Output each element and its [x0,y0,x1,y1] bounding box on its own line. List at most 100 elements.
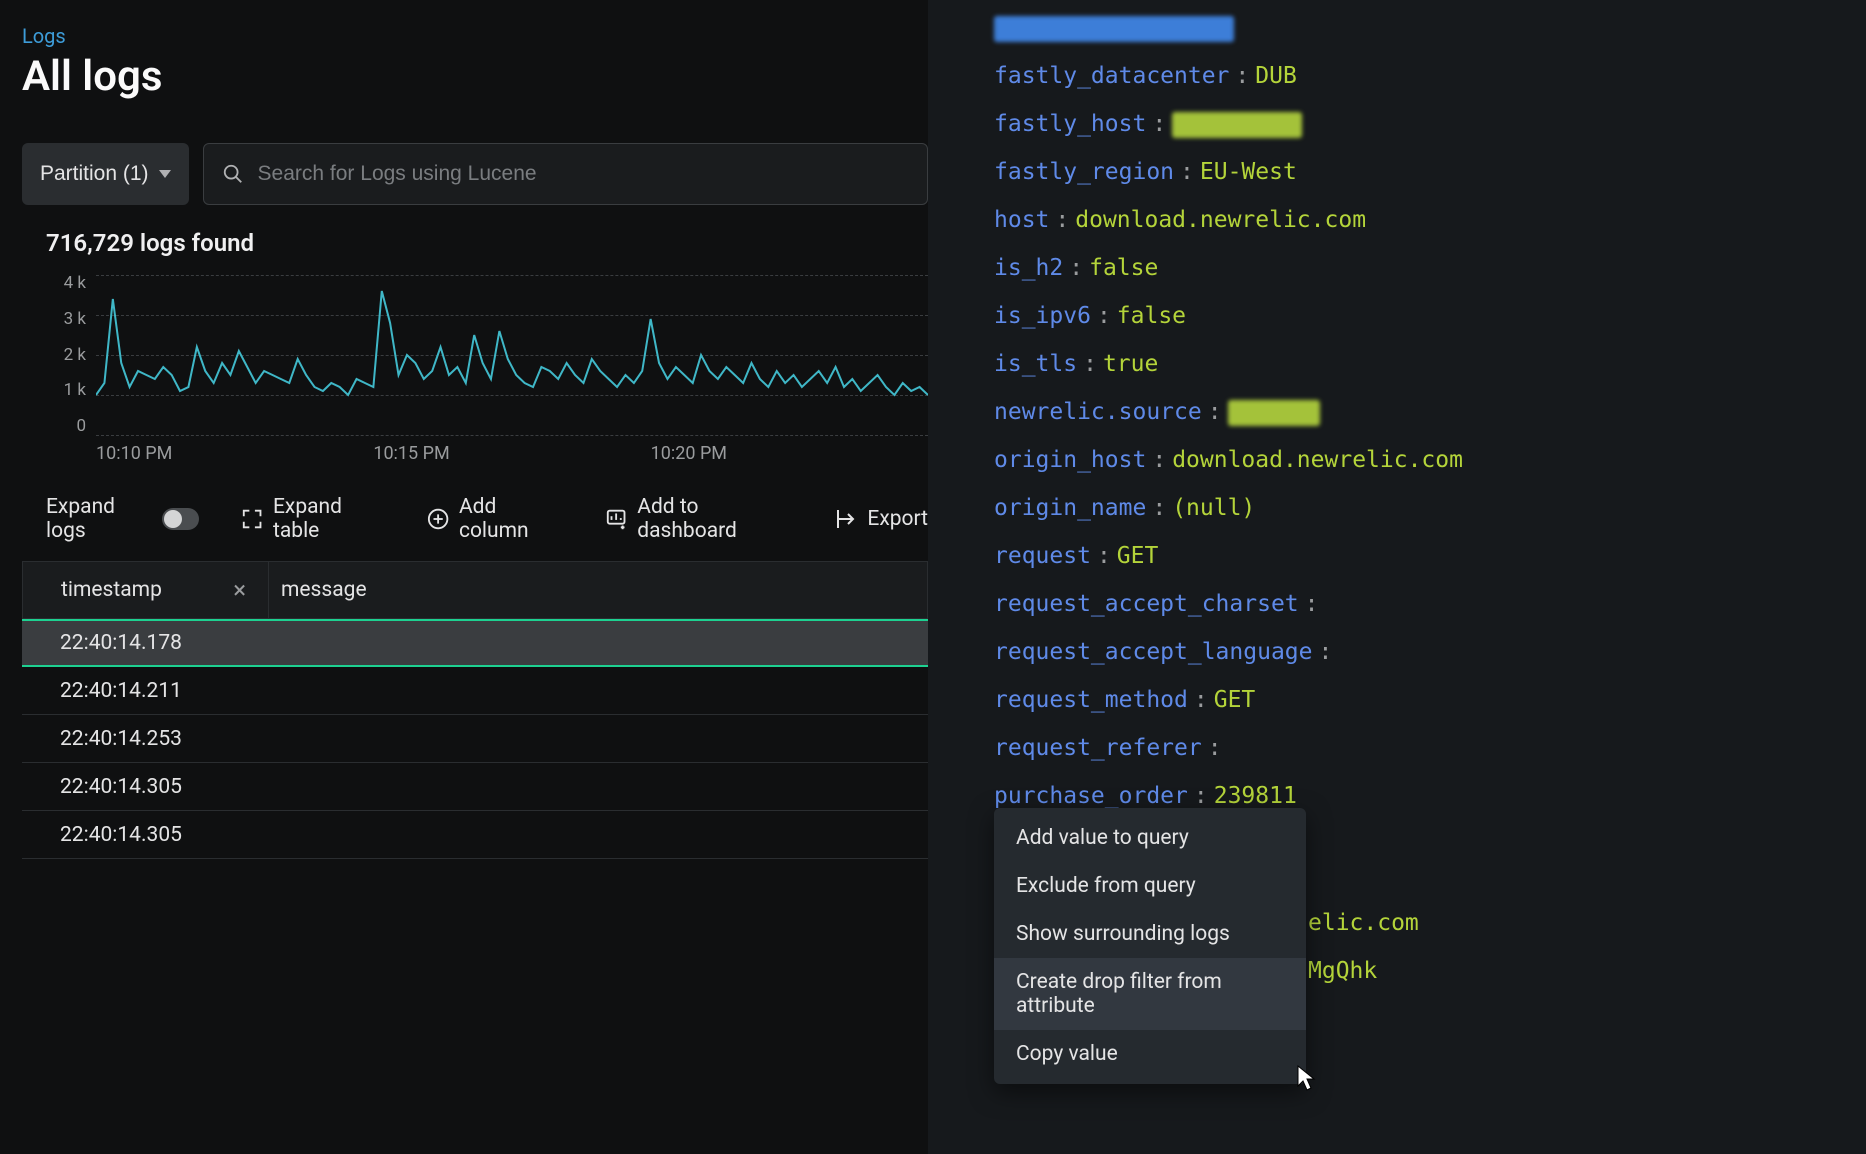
context-menu-item[interactable]: Show surrounding logs [994,910,1306,958]
attribute-row[interactable]: is_tls:true [994,340,1866,388]
separator: : [1202,735,1228,761]
logs-count: 716,729 logs found [46,229,928,257]
attribute-value[interactable]: download.newrelic.com [1075,207,1366,233]
table-row[interactable]: 22:40:14.305 [22,763,928,811]
table-row[interactable]: 22:40:14.211 [22,667,928,715]
attribute-key: fastly_host [994,111,1146,137]
dashboard-icon [605,507,627,531]
export-button[interactable]: Export [833,507,928,531]
column-timestamp[interactable]: timestamp × [23,562,269,618]
search-icon [222,163,244,185]
attribute-value[interactable]: DUB [1255,63,1297,89]
page-title: All logs [22,52,928,101]
attribute-key: origin_host [994,447,1146,473]
attribute-key: is_ipv6 [994,303,1091,329]
attribute-row[interactable]: is_h2:false [994,244,1866,292]
separator: : [1188,783,1214,809]
attribute-key: fastly_datacenter [994,63,1229,89]
attribute-row[interactable]: request_accept_language: [994,628,1866,676]
attribute-key: is_tls [994,351,1077,377]
redacted-value [1172,112,1302,138]
attribute-key: request_accept_language [994,639,1313,665]
add-to-dashboard-button[interactable]: Add to dashboard [605,495,791,543]
search-input[interactable] [258,162,909,186]
logs-timeline-chart[interactable]: 4 k 3 k 2 k 1 k 0 10:10 PM 10:15 PM 10:2… [46,275,928,465]
column-message[interactable]: message [269,578,367,602]
attribute-value[interactable]: false [1089,255,1158,281]
export-icon [833,507,857,531]
separator: : [1313,639,1339,665]
separator: : [1174,159,1200,185]
context-menu-item[interactable]: Add value to query [994,814,1306,862]
separator: : [1077,351,1103,377]
separator: : [1049,207,1075,233]
expand-icon [241,507,263,531]
separator: : [1063,255,1089,281]
attribute-key: purchase_order [994,783,1188,809]
separator: : [1299,591,1325,617]
attribute-row[interactable]: fastly_region:EU-West [994,148,1866,196]
separator: : [1146,495,1172,521]
attribute-value[interactable]: 239811 [1214,783,1297,809]
chart-y-axis: 4 k 3 k 2 k 1 k 0 [46,275,86,435]
breadcrumb[interactable]: Logs [22,24,928,48]
attribute-key: host [994,207,1049,233]
attribute-value[interactable]: true [1103,351,1158,377]
partial-value: elic.com [1308,910,1419,936]
separator: : [1188,687,1214,713]
attribute-value[interactable]: false [1117,303,1186,329]
search-box[interactable] [203,143,928,205]
attribute-key: request_accept_charset [994,591,1299,617]
partition-label: Partition (1) [40,162,149,186]
redacted-value [994,16,1234,42]
separator: : [1091,303,1117,329]
attribute-row[interactable]: fastly_host: [994,100,1866,148]
redacted-value [1228,400,1320,426]
toggle-icon[interactable] [162,508,199,530]
attribute-row[interactable]: request_method:GET [994,676,1866,724]
table-row[interactable]: 22:40:14.178 [22,619,928,667]
attribute-row[interactable]: origin_host:download.newrelic.com [994,436,1866,484]
table-row[interactable]: 22:40:14.253 [22,715,928,763]
attribute-row[interactable]: host:download.newrelic.com [994,196,1866,244]
attribute-value[interactable]: (null) [1172,495,1255,521]
chevron-down-icon [159,170,171,178]
attribute-row[interactable]: origin_name:(null) [994,484,1866,532]
partition-dropdown[interactable]: Partition (1) [22,143,189,205]
attribute-key: request [994,543,1091,569]
separator: : [1229,63,1255,89]
attribute-key: newrelic.source [994,399,1202,425]
attribute-key: is_h2 [994,255,1063,281]
attribute-key: origin_name [994,495,1146,521]
add-column-button[interactable]: Add column [427,495,563,543]
attribute-key: request_method [994,687,1188,713]
table-header: timestamp × message [22,561,928,619]
context-menu-item[interactable]: Create drop filter from attribute [994,958,1306,1030]
expand-logs-toggle[interactable]: Expand logs [46,495,199,543]
separator: : [1202,399,1228,425]
partial-value: MgQhk [1308,958,1377,984]
expand-table-button[interactable]: Expand table [241,495,385,543]
attribute-row[interactable]: request:GET [994,532,1866,580]
attribute-row[interactable]: fastly_datacenter:DUB [994,52,1866,100]
attribute-row[interactable]: newrelic.source: [994,388,1866,436]
plus-circle-icon [427,507,449,531]
attribute-row[interactable]: request_accept_charset: [994,580,1866,628]
attribute-value[interactable]: EU-West [1200,159,1297,185]
chart-x-axis: 10:10 PM 10:15 PM 10:20 PM [96,443,928,464]
separator: : [1146,447,1172,473]
separator: : [1091,543,1117,569]
attribute-key: request_referer [994,735,1202,761]
close-icon[interactable]: × [233,576,246,604]
context-menu-item[interactable]: Copy value [994,1030,1306,1078]
table-row[interactable]: 22:40:14.305 [22,811,928,859]
attribute-value[interactable]: GET [1214,687,1256,713]
context-menu-item[interactable]: Exclude from query [994,862,1306,910]
attribute-row[interactable]: is_ipv6:false [994,292,1866,340]
attribute-row[interactable]: request_referer: [994,724,1866,772]
attribute-value[interactable]: download.newrelic.com [1172,447,1463,473]
attribute-value[interactable]: GET [1117,543,1159,569]
separator: : [1146,111,1172,137]
chart-line [96,275,928,435]
attribute-context-menu: Add value to queryExclude from queryShow… [994,808,1306,1084]
